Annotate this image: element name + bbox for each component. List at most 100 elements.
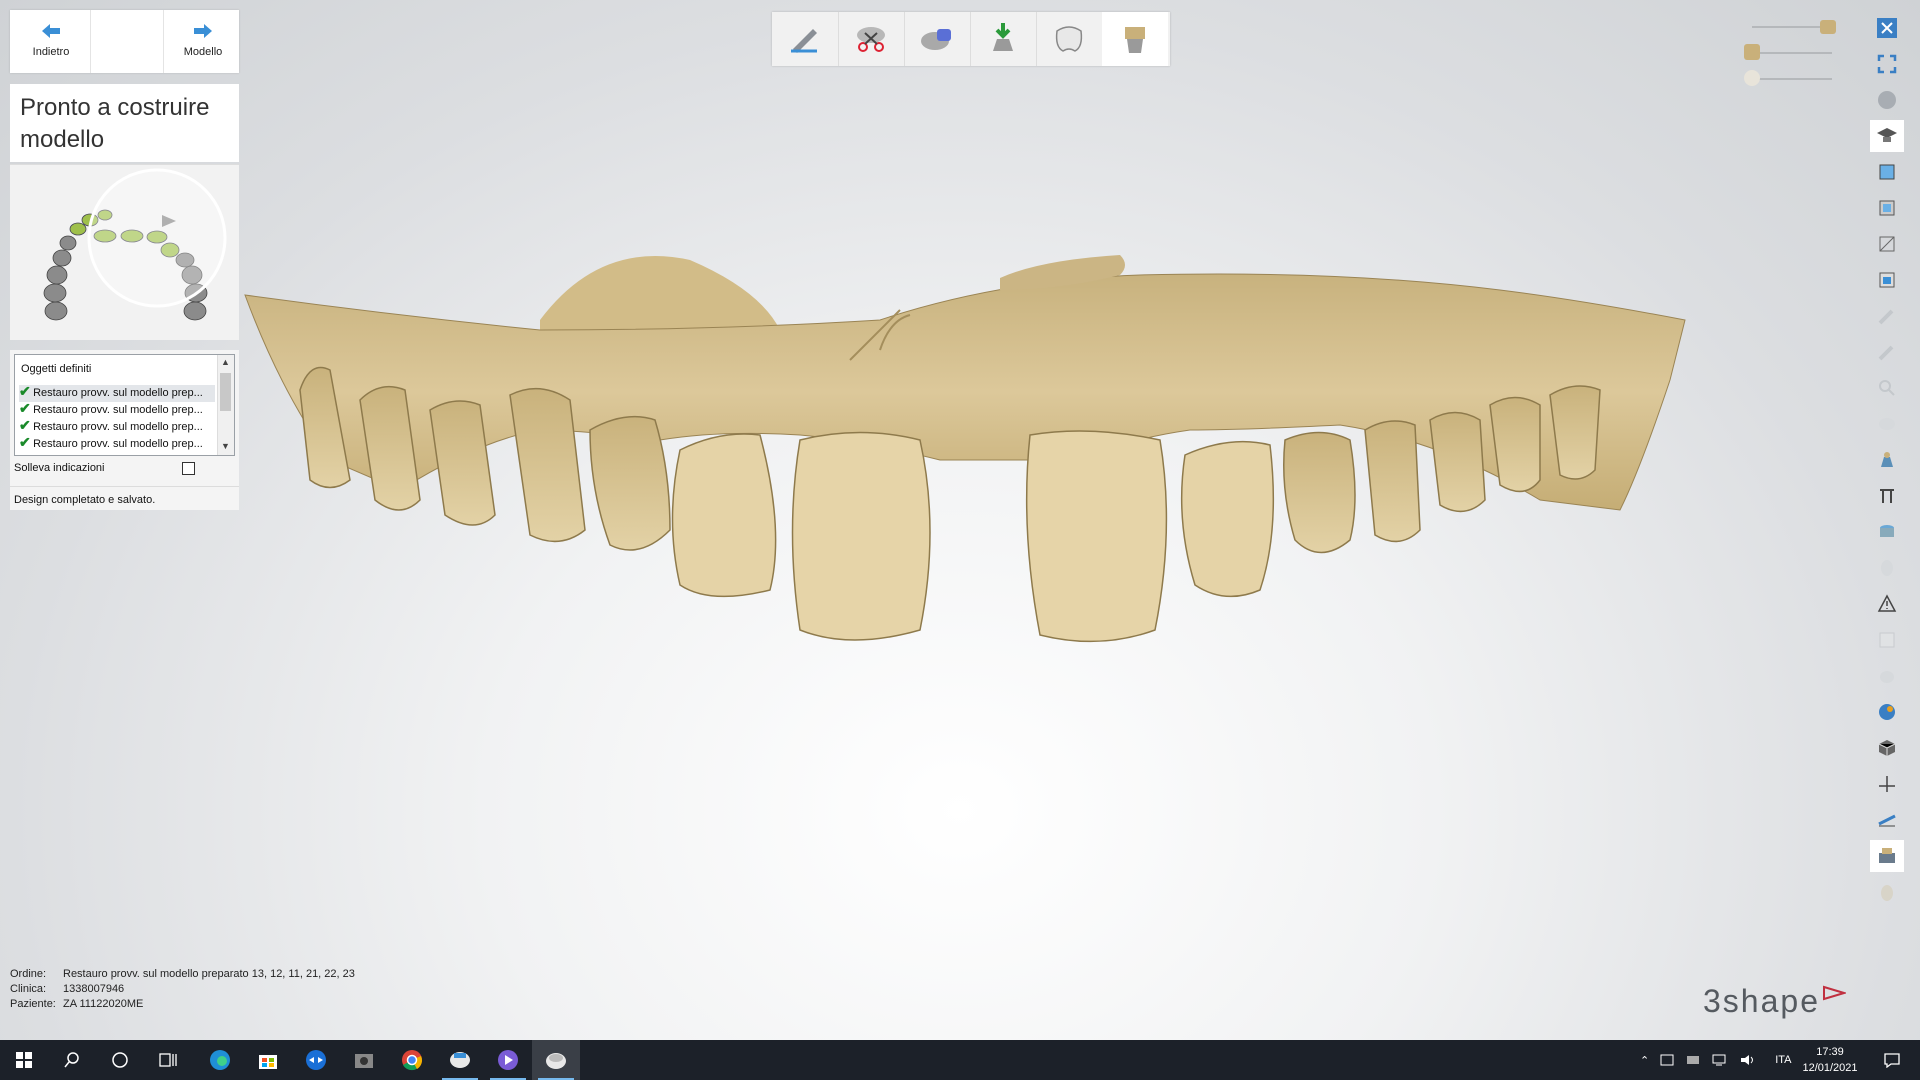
image-button[interactable] xyxy=(1870,264,1904,296)
media-icon xyxy=(498,1050,518,1070)
teamviewer-app[interactable] xyxy=(292,1040,340,1080)
search-icon xyxy=(64,1052,79,1068)
clock[interactable]: 17:39 12/01/2021 xyxy=(1780,1044,1880,1076)
clinic-value: 1338007946 xyxy=(63,983,125,995)
webcam-icon[interactable] xyxy=(1659,1053,1675,1067)
drive-icon[interactable] xyxy=(1685,1053,1701,1067)
measure-icon xyxy=(1878,814,1896,827)
copy-button[interactable] xyxy=(1870,156,1904,188)
cylinder-button[interactable] xyxy=(1870,516,1904,548)
clip-button[interactable] xyxy=(1870,228,1904,260)
start-button[interactable] xyxy=(0,1040,48,1080)
hand-icon xyxy=(1880,671,1894,683)
dental-system-icon xyxy=(450,1052,470,1068)
arrow-left-icon xyxy=(42,24,60,38)
notifications-button[interactable] xyxy=(1868,1040,1916,1080)
edge-app[interactable] xyxy=(196,1040,244,1080)
step-trim[interactable] xyxy=(838,12,905,66)
task-view-button[interactable] xyxy=(144,1040,192,1080)
solleva-checkbox[interactable] xyxy=(182,462,195,475)
slider-track[interactable] xyxy=(1752,52,1832,54)
chrome-app[interactable] xyxy=(388,1040,436,1080)
step-export[interactable] xyxy=(970,12,1037,66)
measure-button[interactable] xyxy=(1870,804,1904,836)
camera-icon xyxy=(355,1054,373,1068)
check-icon: ✔ xyxy=(19,419,31,433)
store-app[interactable] xyxy=(244,1040,292,1080)
list-item[interactable]: ✔ Restauro provv. sul modello prep... xyxy=(19,402,215,419)
brush-button[interactable] xyxy=(1870,300,1904,332)
step-title-box: Pronto a costruire modello xyxy=(10,84,239,162)
tooth2-button[interactable] xyxy=(1870,876,1904,908)
step-crown[interactable] xyxy=(1036,12,1103,66)
shade-button[interactable] xyxy=(1870,552,1904,584)
tutorial-button[interactable] xyxy=(1870,120,1904,152)
warning-button[interactable] xyxy=(1870,588,1904,620)
scroll-thumb[interactable] xyxy=(220,373,231,411)
box-icon xyxy=(1879,632,1895,648)
chrome-icon xyxy=(402,1050,422,1071)
color-button[interactable] xyxy=(1870,696,1904,728)
axis-icon xyxy=(1879,776,1895,792)
scroll-down-icon[interactable]: ▼ xyxy=(221,441,230,451)
objects-list[interactable]: Oggetti definiti ✔ Restauro provv. sul m… xyxy=(14,354,235,456)
step-model[interactable] xyxy=(904,12,971,66)
dental-designer-app[interactable] xyxy=(532,1040,580,1080)
color-icon xyxy=(1879,704,1895,720)
view-button[interactable] xyxy=(1870,84,1904,116)
export-icon xyxy=(993,23,1013,51)
tooth-button[interactable] xyxy=(1870,408,1904,440)
warning-icon xyxy=(1877,594,1897,612)
paste-button[interactable] xyxy=(1870,192,1904,224)
fullscreen-button[interactable] xyxy=(1870,48,1904,80)
model-slider-handle-icon[interactable] xyxy=(1744,44,1760,60)
tooth-chart[interactable] xyxy=(10,164,239,340)
objects-header: Oggetti definiti xyxy=(21,363,92,375)
cube-button[interactable] xyxy=(1870,732,1904,764)
patient-info: Paziente: ZA 11122020ME xyxy=(10,998,144,1010)
taskbar: ⌃ ITA 17:39 12/01/2021 xyxy=(0,1040,1920,1080)
die-slider-handle-icon[interactable] xyxy=(1820,20,1836,34)
ruler-button[interactable] xyxy=(1870,480,1904,512)
dental-system-app[interactable] xyxy=(436,1040,484,1080)
network-icon[interactable] xyxy=(1711,1053,1729,1067)
search-taskbar-button[interactable] xyxy=(48,1040,96,1080)
list-item[interactable]: ✔ Restauro provv. sul modello prep... xyxy=(19,436,215,453)
edit-button[interactable] xyxy=(1870,336,1904,368)
axis-button[interactable] xyxy=(1870,768,1904,800)
tooth2-icon xyxy=(1881,885,1893,901)
dental-model-3d[interactable] xyxy=(240,230,1700,660)
box-button[interactable] xyxy=(1870,624,1904,656)
step-scan[interactable] xyxy=(772,12,839,66)
crown-slider-handle-icon[interactable] xyxy=(1744,70,1760,86)
logo-triangle-icon xyxy=(1822,985,1848,1001)
arrow-right-icon xyxy=(194,24,212,38)
hand-button[interactable] xyxy=(1870,660,1904,692)
system-tray: ⌃ ITA xyxy=(1640,1040,1792,1080)
chevron-up-icon[interactable]: ⌃ xyxy=(1640,1054,1649,1067)
camera-app[interactable] xyxy=(340,1040,388,1080)
media-app[interactable] xyxy=(484,1040,532,1080)
close-button[interactable] xyxy=(1870,12,1904,44)
check-icon: ✔ xyxy=(19,385,31,399)
cortana-button[interactable] xyxy=(96,1040,144,1080)
slider-track[interactable] xyxy=(1752,78,1832,80)
objects-scrollbar[interactable]: ▲ ▼ xyxy=(217,355,234,455)
trim-icon xyxy=(857,27,885,52)
status-text: Design completato e salvato. xyxy=(14,494,156,506)
volume-icon[interactable] xyxy=(1739,1053,1757,1067)
image-icon xyxy=(1879,272,1895,288)
scroll-up-icon[interactable]: ▲ xyxy=(221,357,230,367)
shade-icon xyxy=(1881,560,1893,576)
list-item[interactable]: ✔ Restauro provv. sul modello prep... xyxy=(19,385,215,402)
clock-date: 12/01/2021 xyxy=(1802,1062,1858,1074)
cylinder-icon xyxy=(1880,525,1894,537)
search-button[interactable] xyxy=(1870,372,1904,404)
list-item[interactable]: ✔ Restauro provv. sul modello prep... xyxy=(19,419,215,436)
step-die[interactable] xyxy=(1102,12,1168,66)
print-button[interactable] xyxy=(1870,840,1904,872)
cube-icon xyxy=(1878,740,1896,756)
base-button[interactable] xyxy=(1870,444,1904,476)
back-button[interactable]: Indietro xyxy=(16,10,86,73)
next-button[interactable]: Modello xyxy=(168,10,238,73)
